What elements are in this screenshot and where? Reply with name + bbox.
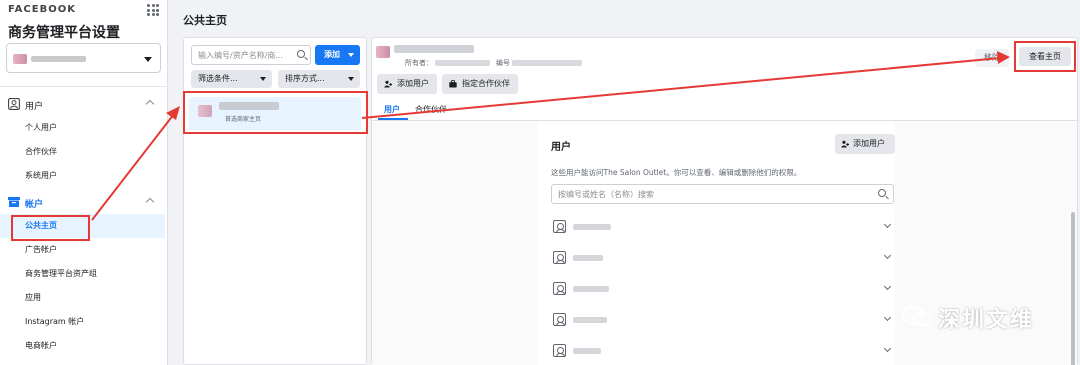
list-item[interactable] [551, 341, 894, 361]
user-name-redacted [573, 317, 607, 323]
tab-partners[interactable]: 合作伙伴 [415, 104, 447, 115]
briefcase-icon [449, 80, 457, 88]
account-avatar [13, 54, 27, 64]
app-title: 商务管理平台设置 [8, 25, 120, 41]
search-icon [878, 189, 886, 197]
user-icon [553, 313, 566, 326]
section-users-label: 用户 [25, 102, 44, 112]
user-icon [553, 344, 566, 357]
page-title: 公共主页 [183, 14, 227, 27]
users-description: 这些用户能访问The Salon Outlet。你可以查看、编辑或删除他们的权限… [551, 168, 802, 177]
sidebar-item-instagram[interactable]: Instagram 帐户 [0, 310, 165, 334]
list-item[interactable] [551, 310, 894, 330]
sort-dropdown[interactable]: 排序方式... [278, 70, 360, 88]
id-redacted [512, 60, 583, 66]
assign-partner-label: 指定合作伙伴 [462, 79, 510, 88]
section-users: 用户 [0, 96, 168, 114]
brand-logo: FACEBOOK [8, 4, 76, 15]
user-search-input[interactable]: 按编号或姓名（名称）搜索 [551, 184, 894, 204]
section-accounts-header[interactable]: 帐户 [0, 194, 168, 212]
sidebar-item-apps[interactable]: 应用 [0, 286, 165, 310]
sidebar-item-partners[interactable]: 合作伙伴 [0, 140, 165, 164]
user-name-redacted [573, 348, 601, 354]
section-accounts: 帐户 [0, 194, 168, 212]
add-person-icon [384, 80, 392, 88]
section-users-header[interactable]: 用户 [0, 96, 168, 114]
scrollbar[interactable] [1071, 212, 1075, 365]
list-item[interactable] [551, 279, 894, 299]
owner-label: 所有者： [405, 59, 433, 67]
asset-search-placeholder: 输入编号/资产名称/商... [198, 51, 284, 60]
sidebar-item-people[interactable]: 个人用户 [0, 116, 165, 140]
chevron-down-icon[interactable] [883, 251, 892, 260]
add-user-button-secondary[interactable]: 添加用户 [835, 134, 895, 154]
user-name-redacted [573, 255, 603, 261]
chevron-down-icon [260, 77, 266, 81]
sidebar-item-system-users[interactable]: 系统用户 [0, 164, 165, 188]
folder-icon [8, 197, 20, 207]
add-page-button[interactable]: 添加 [315, 45, 360, 65]
account-name-redacted [31, 56, 86, 62]
id-label: 编号 [496, 59, 510, 67]
sidebar-item-asset-groups[interactable]: 商务管理平台资产组 [0, 262, 165, 286]
filter-label: 筛选条件... [198, 74, 238, 83]
chevron-up-icon [145, 197, 155, 207]
user-name-redacted [573, 286, 609, 292]
view-page-highlight: 查看主页 [1014, 41, 1076, 72]
user-icon [553, 282, 566, 295]
add-user-secondary-label: 添加用户 [853, 139, 885, 148]
remove-button[interactable]: 移除 [975, 49, 1009, 67]
watermark-text: 深圳文维 [938, 308, 1035, 333]
list-item[interactable] [551, 248, 894, 268]
search-icon [297, 50, 305, 58]
list-item[interactable] [551, 217, 894, 237]
owner-redacted [435, 60, 491, 66]
users-title: 用户 [551, 142, 571, 153]
wechat-icon [902, 306, 931, 327]
chevron-down-icon[interactable] [883, 220, 892, 229]
pages-list-panel: 输入编号/资产名称/商... 添加 筛选条件... 排序方式... 首选商家主页 [183, 37, 367, 365]
asset-search-input[interactable]: 输入编号/资产名称/商... [191, 45, 311, 65]
filter-dropdown[interactable]: 筛选条件... [191, 70, 272, 88]
add-page-label: 添加 [324, 50, 340, 59]
sidebar-item-ad-accounts[interactable]: 广告帐户 [0, 238, 165, 262]
user-icon [553, 251, 566, 264]
detail-tabs: 用户 合作伙伴 [372, 101, 1077, 121]
annotation-box-pages [11, 215, 90, 241]
assign-partner-button[interactable]: 指定合作伙伴 [442, 74, 518, 94]
user-icon [553, 220, 566, 233]
user-search-placeholder: 按编号或姓名（名称）搜索 [558, 190, 654, 199]
page-name-redacted [394, 45, 474, 53]
chevron-up-icon [145, 99, 155, 109]
chevron-down-icon[interactable] [883, 282, 892, 291]
sidebar: FACEBOOK 商务管理平台设置 用户 个人用户 合作伙伴 系统用户 帐户 公… [0, 0, 168, 365]
add-user-label: 添加用户 [397, 79, 429, 88]
owner-line: 所有者： [405, 58, 491, 68]
user-name-redacted [573, 224, 611, 230]
business-account-selector[interactable] [6, 43, 161, 73]
page-avatar [376, 46, 390, 58]
app-grid-icon[interactable] [147, 4, 159, 16]
chevron-down-icon [144, 57, 152, 62]
chevron-down-icon[interactable] [883, 344, 892, 353]
section-accounts-label: 帐户 [25, 200, 44, 210]
id-line: 编号 [496, 58, 583, 68]
sidebar-item-commerce[interactable]: 电商帐户 [0, 334, 165, 358]
chevron-down-icon[interactable] [883, 313, 892, 322]
view-page-button[interactable]: 查看主页 [1019, 47, 1071, 66]
annotation-box-list-item [183, 91, 368, 134]
tab-users[interactable]: 用户 [384, 104, 400, 115]
active-tab-indicator [378, 118, 408, 120]
add-user-button[interactable]: 添加用户 [377, 74, 437, 94]
add-person-icon [841, 140, 849, 148]
sort-label: 排序方式... [285, 74, 325, 83]
chevron-down-icon [348, 77, 354, 81]
users-icon [8, 98, 20, 110]
chevron-down-icon [348, 53, 354, 57]
